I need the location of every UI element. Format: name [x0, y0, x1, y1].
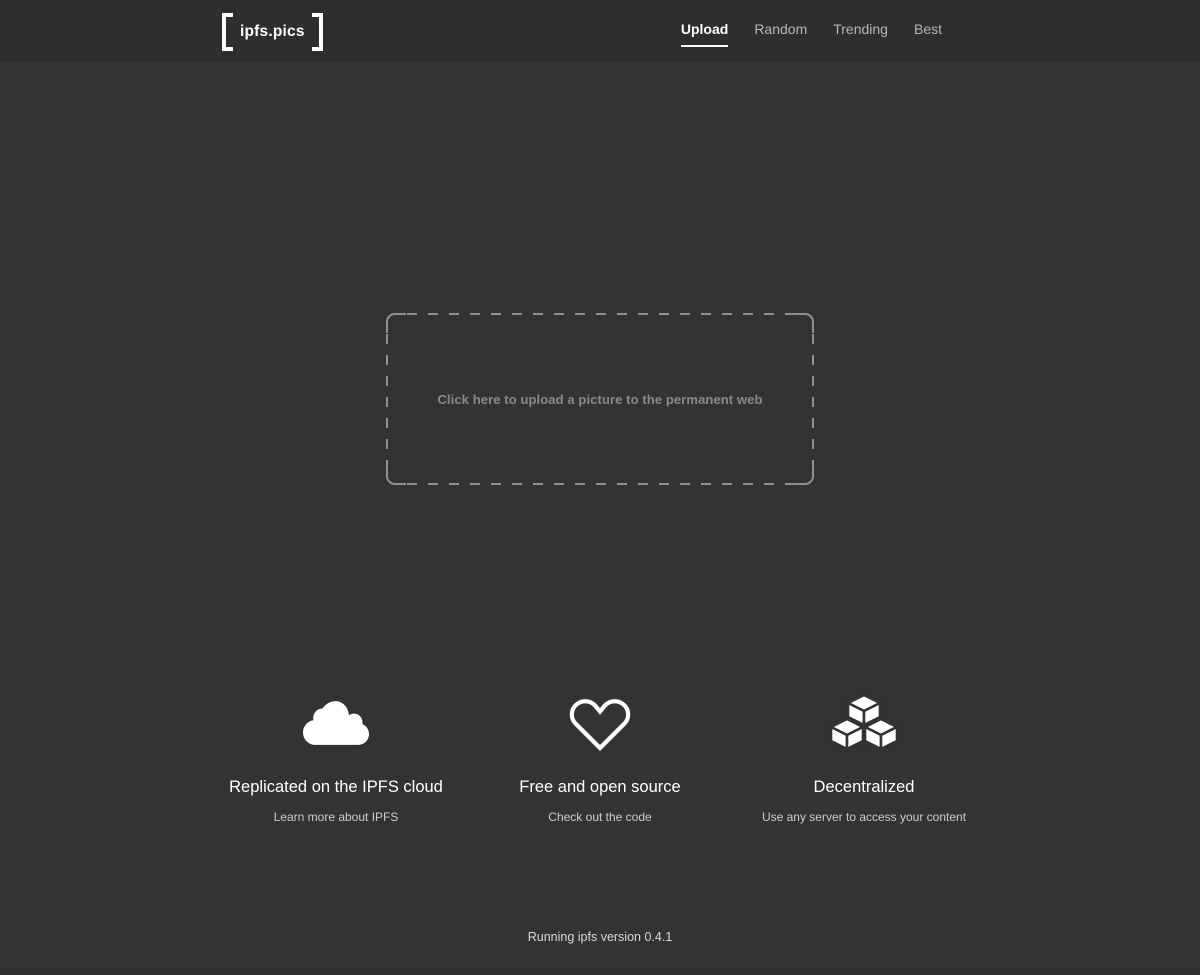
- feature-link[interactable]: Check out the code: [548, 810, 651, 824]
- feature-decentralized: Decentralized Use any server to access y…: [732, 690, 996, 824]
- features-section: Replicated on the IPFS cloud Learn more …: [0, 690, 1200, 824]
- feature-title: Decentralized: [813, 778, 915, 796]
- feature-replicated: Replicated on the IPFS cloud Learn more …: [204, 690, 468, 824]
- upload-dropzone[interactable]: Click here to upload a picture to the pe…: [386, 313, 814, 485]
- footer-version: Running ipfs version 0.4.1: [527, 930, 673, 944]
- feature-title: Replicated on the IPFS cloud: [229, 778, 443, 796]
- logo-text: ipfs.pics: [240, 23, 305, 41]
- dropzone-label: Click here to upload a picture to the pe…: [437, 391, 763, 407]
- feature-link[interactable]: Use any server to access your content: [762, 810, 966, 824]
- feature-link[interactable]: Learn more about IPFS: [274, 810, 399, 824]
- nav-item-best[interactable]: Best: [914, 21, 942, 47]
- nav-item-trending[interactable]: Trending: [833, 21, 888, 47]
- bottom-strip: [0, 969, 1200, 975]
- site-logo[interactable]: ipfs.pics: [222, 13, 323, 51]
- feature-title: Free and open source: [519, 778, 681, 796]
- feature-open-source: Free and open source Check out the code: [468, 690, 732, 824]
- upload-section: Click here to upload a picture to the pe…: [0, 313, 1200, 485]
- nav-item-upload[interactable]: Upload: [680, 21, 729, 47]
- heart-icon: [568, 690, 632, 758]
- logo-right-bracket-icon: [310, 13, 323, 51]
- logo-left-bracket-icon: [222, 13, 235, 51]
- cloud-icon: [300, 690, 372, 758]
- main-navigation: Upload Random Trending Best: [680, 21, 942, 47]
- cubes-icon: [828, 690, 900, 758]
- site-header: ipfs.pics Upload Random Trending Best: [0, 0, 1200, 62]
- nav-item-random[interactable]: Random: [754, 21, 807, 47]
